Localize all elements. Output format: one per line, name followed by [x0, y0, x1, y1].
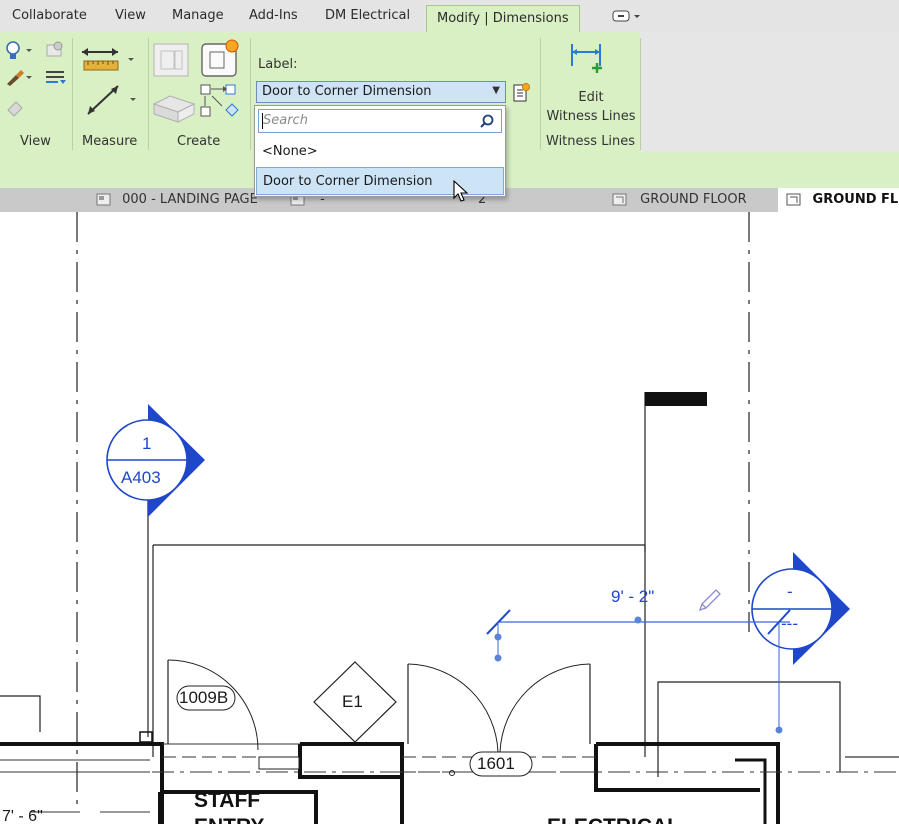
- section-marker-2-number[interactable]: -: [787, 582, 793, 602]
- door-tag-1601[interactable]: 1601: [477, 754, 515, 774]
- drawing-canvas[interactable]: 1 A403 - --- 9' - 2" 1009B 1601 E1 STAFF…: [0, 212, 899, 826]
- mouse-cursor-icon: [453, 180, 469, 202]
- chevron-down-icon[interactable]: ▼: [492, 85, 500, 96]
- panel-divider: [72, 38, 73, 150]
- edit-witness-lines-button[interactable]: Edit Witness Lines: [546, 88, 636, 126]
- search-placeholder: Search: [263, 113, 308, 128]
- electrical-tag-e1[interactable]: E1: [342, 692, 363, 712]
- edit-witness-lines-icon[interactable]: [566, 40, 610, 80]
- ribbon-options-icon[interactable]: [612, 0, 642, 32]
- panel-divider: [148, 38, 149, 150]
- panel-title-measure: Measure: [82, 134, 138, 149]
- room-name-staff[interactable]: STAFF: [194, 789, 260, 813]
- sheet-icon: [96, 193, 111, 205]
- room-name-entry[interactable]: ENTRY: [194, 815, 264, 824]
- section-marker-sheet[interactable]: A403: [121, 468, 161, 488]
- door-tag-1009b[interactable]: 1009B: [179, 688, 228, 708]
- floor-plan-icon: [786, 193, 801, 205]
- similar-icon: [152, 40, 196, 84]
- search-icon[interactable]: [479, 114, 495, 130]
- view-tab-landing-page[interactable]: 000 - LANDING PAGE: [96, 188, 258, 212]
- view-tab-label: 000 - LANDING PAGE: [122, 192, 258, 207]
- measure-distance-icon[interactable]: [80, 44, 140, 82]
- tab-dm-electrical[interactable]: DM Electrical: [325, 0, 410, 32]
- label-caption: Label:: [258, 57, 298, 72]
- view-tab-ground-floor-active[interactable]: GROUND FL: [778, 188, 899, 212]
- view-tab-label: GROUND FLOOR: [640, 192, 747, 207]
- panel-title-witness-lines: Witness Lines: [546, 134, 636, 149]
- tab-modify-dimensions[interactable]: Modify | Dimensions: [426, 5, 580, 33]
- panel-divider: [640, 38, 641, 150]
- ribbon-empty-area: [640, 32, 899, 152]
- ribbon-tab-bar: Collaborate View Manage Add-Ins DM Elect…: [0, 0, 899, 33]
- view-tab-ground-floor[interactable]: GROUND FLOOR: [612, 188, 747, 212]
- search-input[interactable]: Search: [258, 109, 502, 133]
- label-combo-value: Door to Corner Dimension: [262, 84, 432, 99]
- create-parts-icon: [150, 82, 198, 130]
- graphics-icon: [44, 40, 66, 66]
- panel-title-create: Create: [177, 134, 221, 149]
- measure-line-icon[interactable]: [82, 80, 142, 124]
- tab-manage[interactable]: Manage: [172, 0, 224, 32]
- edit-witness-lines-label: Edit: [578, 90, 604, 105]
- dimension-value[interactable]: 9' - 2": [611, 587, 654, 607]
- tab-view[interactable]: View: [115, 0, 146, 32]
- create-assembly-icon[interactable]: [198, 82, 242, 130]
- eraser-icon: [4, 96, 28, 122]
- floor-plan-icon: [612, 193, 627, 205]
- tab-collaborate[interactable]: Collaborate: [12, 0, 87, 32]
- section-marker-number[interactable]: 1: [142, 434, 151, 454]
- edit-label-icon[interactable]: [511, 82, 531, 108]
- panel-divider: [250, 38, 251, 150]
- lightbulb-icon[interactable]: [4, 40, 36, 66]
- panel-divider: [540, 38, 541, 150]
- linework-icon[interactable]: [44, 66, 68, 92]
- view-tab-label: GROUND FL: [812, 192, 899, 207]
- dimension-left-value[interactable]: 7' - 6": [2, 808, 43, 826]
- label-combo-box[interactable]: Door to Corner Dimension ▼: [256, 81, 506, 103]
- create-group-icon[interactable]: [198, 38, 244, 84]
- paintbrush-icon[interactable]: [4, 66, 36, 92]
- edit-witness-lines-label-2: Witness Lines: [546, 109, 636, 124]
- floor-plan-drawing: [0, 212, 899, 824]
- tab-add-ins[interactable]: Add-Ins: [249, 0, 298, 32]
- option-none[interactable]: <None>: [256, 138, 504, 166]
- section-marker-2-sheet[interactable]: ---: [781, 614, 798, 634]
- room-name-electrical[interactable]: ELECTRICAL: [547, 815, 680, 824]
- panel-title-view: View: [20, 134, 51, 149]
